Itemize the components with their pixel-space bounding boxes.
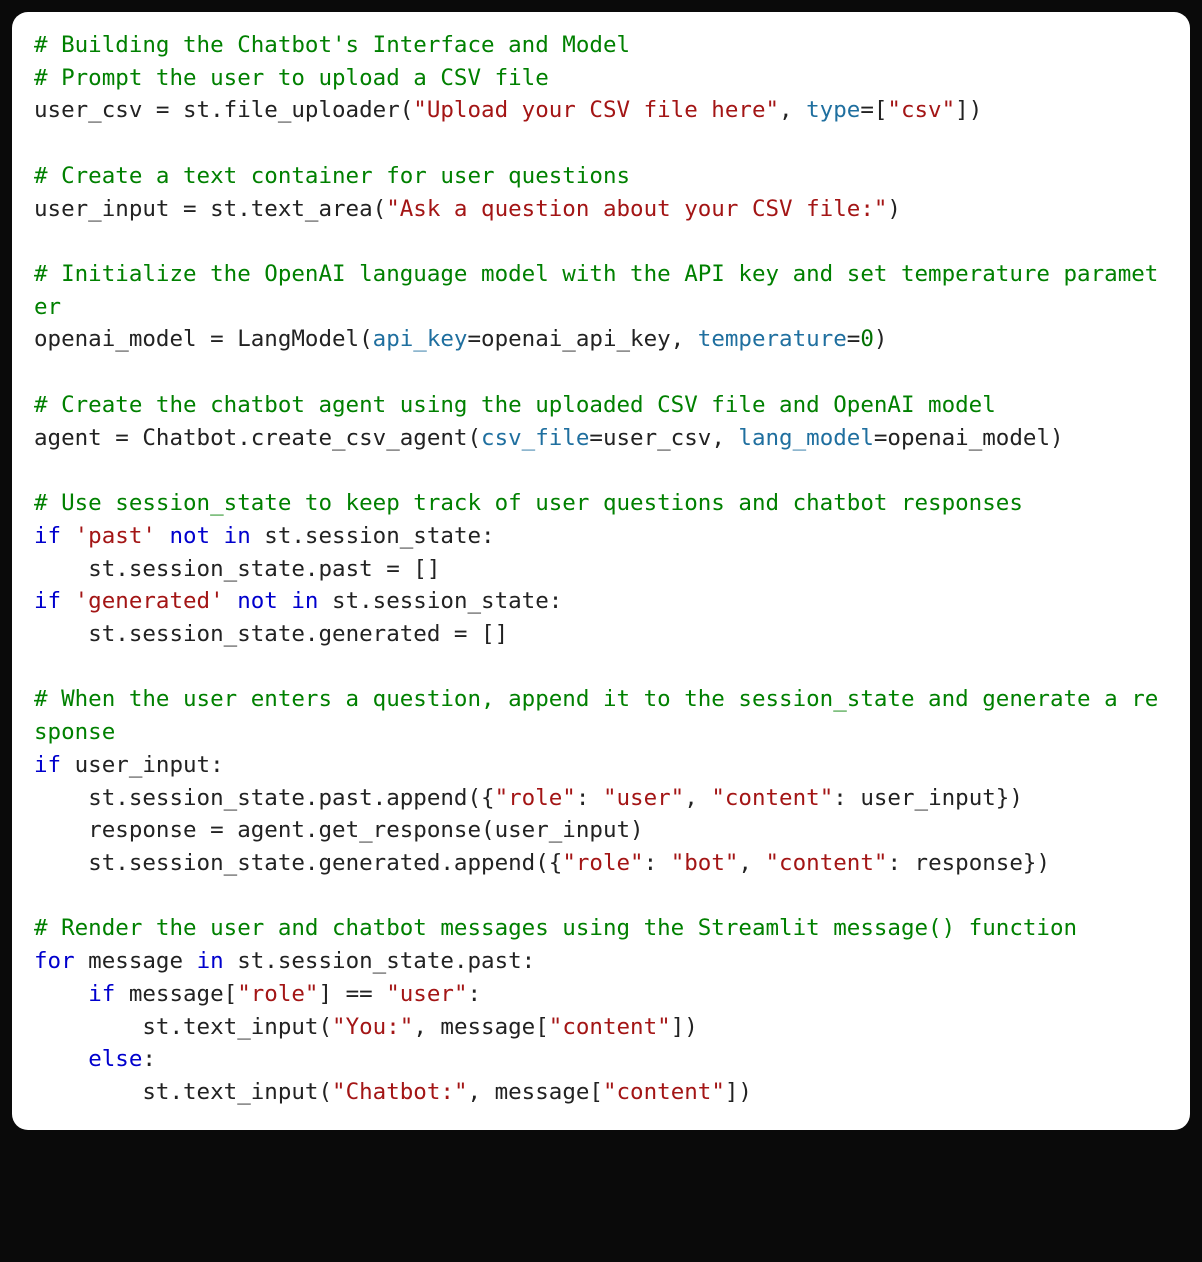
- code-token: not in: [169, 523, 250, 549]
- code-token: st.session_state.generated = []: [34, 621, 508, 647]
- code-token: if: [34, 752, 61, 778]
- code-token: if: [34, 588, 61, 614]
- code-token: st.session_state.generated.append({: [34, 850, 562, 876]
- code-token: # Create the chatbot agent using the upl…: [34, 392, 996, 418]
- code-token: temperature: [698, 326, 847, 352]
- code-token: =openai_api_key,: [467, 326, 697, 352]
- code-token: [34, 981, 88, 1007]
- code-token: st.session_state.past = []: [34, 556, 440, 582]
- code-token: st.session_state.past:: [224, 948, 536, 974]
- code-token: if: [34, 523, 61, 549]
- code-token: "content": [766, 850, 888, 876]
- code-token: ]): [671, 1014, 698, 1040]
- code-token: 'generated': [75, 588, 224, 614]
- code-token: ,: [738, 850, 765, 876]
- code-token: "Ask a question about your CSV file:": [386, 196, 887, 222]
- code-token: "You:": [332, 1014, 413, 1040]
- code-token: 'past': [75, 523, 156, 549]
- code-token: not in: [237, 588, 318, 614]
- code-token: , message[: [468, 1079, 603, 1105]
- code-token: , message[: [413, 1014, 548, 1040]
- code-token: "role": [237, 981, 318, 1007]
- code-token: ): [874, 326, 888, 352]
- code-token: ]): [725, 1079, 752, 1105]
- code-token: "Upload your CSV file here": [413, 97, 779, 123]
- code-block: # Building the Chatbot's Interface and M…: [12, 12, 1190, 1130]
- page-frame: # Building the Chatbot's Interface and M…: [0, 0, 1202, 1142]
- code-token: =: [847, 326, 861, 352]
- code-token: # Building the Chatbot's Interface and M…: [34, 32, 630, 58]
- code-token: ] ==: [318, 981, 386, 1007]
- code-token: # Create a text container for user quest…: [34, 163, 630, 189]
- code-token: : response}): [887, 850, 1050, 876]
- code-token: =[: [860, 97, 887, 123]
- code-token: ,: [779, 97, 806, 123]
- code-token: : user_input}): [833, 785, 1023, 811]
- code-token: :: [142, 1046, 156, 1072]
- code-token: user_csv = st.file_uploader(: [34, 97, 413, 123]
- code-token: "Chatbot:": [332, 1079, 467, 1105]
- code-token: :: [576, 785, 603, 811]
- code-token: in: [197, 948, 224, 974]
- code-token: "role": [562, 850, 643, 876]
- code-token: "role": [495, 785, 576, 811]
- code-token: [61, 588, 75, 614]
- code-token: message[: [115, 981, 237, 1007]
- code-token: st.text_input(: [34, 1014, 332, 1040]
- code-token: lang_model: [738, 425, 873, 451]
- code-token: "content": [549, 1014, 671, 1040]
- code-token: if: [88, 981, 115, 1007]
- code-token: "content": [603, 1079, 725, 1105]
- code-token: :: [468, 981, 482, 1007]
- code-token: message: [75, 948, 197, 974]
- code-token: "user": [603, 785, 684, 811]
- code-token: user_input:: [61, 752, 224, 778]
- code-token: response = agent.get_response(user_input…: [34, 817, 644, 843]
- code-token: [156, 523, 170, 549]
- code-token: else: [88, 1046, 142, 1072]
- code-token: :: [644, 850, 671, 876]
- code-token: [34, 1046, 88, 1072]
- code-token: "bot": [671, 850, 739, 876]
- code-token: user_input = st.text_area(: [34, 196, 386, 222]
- code-token: csv_file: [481, 425, 589, 451]
- code-token: openai_model = LangModel(: [34, 326, 373, 352]
- code-token: # Render the user and chatbot messages u…: [34, 915, 1077, 941]
- code-token: =openai_model): [874, 425, 1064, 451]
- code-token: agent = Chatbot.create_csv_agent(: [34, 425, 481, 451]
- code-token: # Prompt the user to upload a CSV file: [34, 65, 549, 91]
- code-token: st.text_input(: [34, 1079, 332, 1105]
- code-token: # Use session_state to keep track of use…: [34, 490, 1023, 516]
- code-token: ,: [684, 785, 711, 811]
- code-content: # Building the Chatbot's Interface and M…: [34, 32, 1158, 1105]
- code-token: type: [806, 97, 860, 123]
- code-token: "user": [386, 981, 467, 1007]
- code-token: st.session_state:: [251, 523, 495, 549]
- code-token: [61, 523, 75, 549]
- code-token: 0: [860, 326, 874, 352]
- code-token: "csv": [887, 97, 955, 123]
- code-token: # When the user enters a question, appen…: [34, 686, 1158, 745]
- code-token: "content": [711, 785, 833, 811]
- code-token: st.session_state.past.append({: [34, 785, 495, 811]
- code-token: # Initialize the OpenAI language model w…: [34, 261, 1158, 320]
- code-token: [224, 588, 238, 614]
- code-token: st.session_state:: [318, 588, 562, 614]
- code-token: api_key: [373, 326, 468, 352]
- code-token: for: [34, 948, 75, 974]
- code-token: ): [887, 196, 901, 222]
- code-token: ]): [955, 97, 982, 123]
- code-token: =user_csv,: [589, 425, 738, 451]
